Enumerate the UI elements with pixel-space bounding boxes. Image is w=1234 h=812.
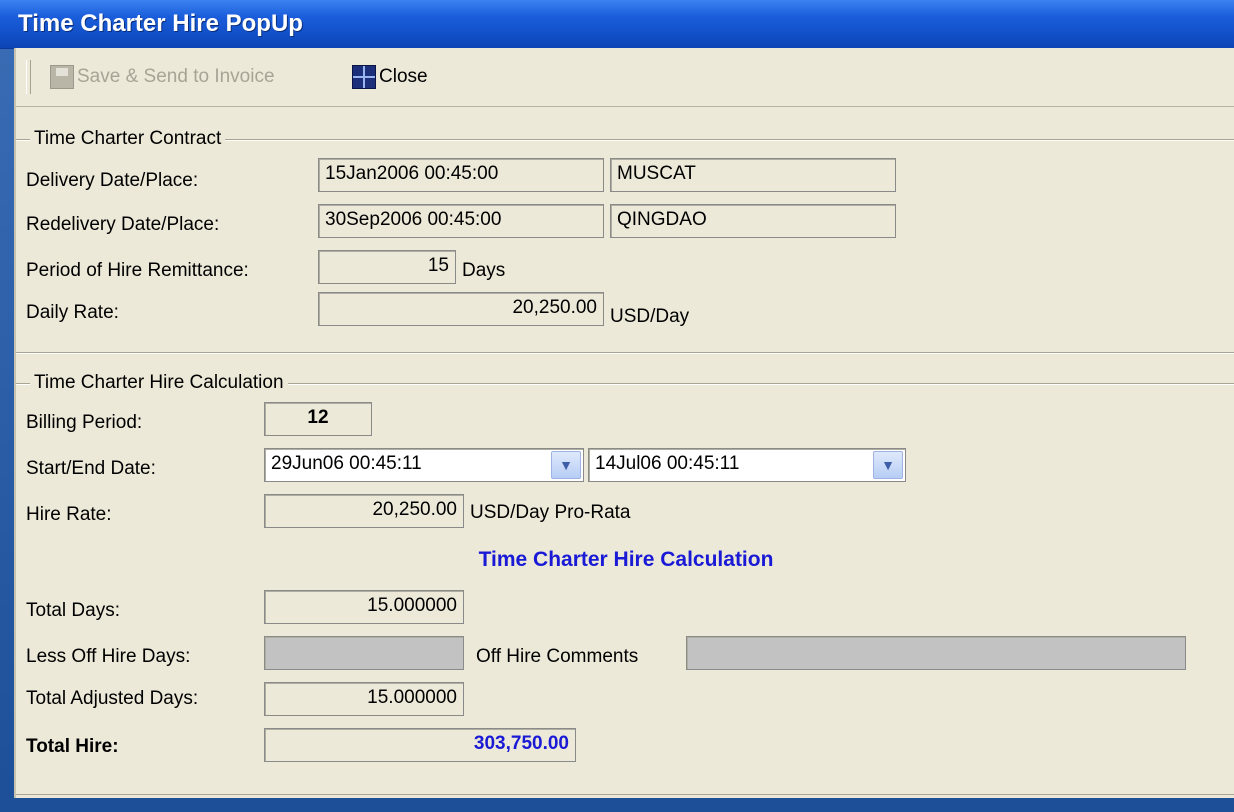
save-send-invoice-button[interactable]: Save & Send to Invoice <box>50 62 275 92</box>
total-days-field[interactable]: 15.000000 <box>264 590 464 624</box>
daily-rate-unit: USD/Day <box>610 306 690 327</box>
redelivery-place-field[interactable]: QINGDAO <box>610 204 896 238</box>
calculation-group-title: Time Charter Hire Calculation <box>30 372 288 394</box>
off-hire-days-label: Less Off Hire Days: <box>26 646 191 667</box>
off-hire-days-field[interactable] <box>264 636 464 670</box>
hire-rate-field[interactable]: 20,250.00 <box>264 494 464 528</box>
hire-rate-unit: USD/Day Pro-Rata <box>470 502 631 523</box>
contract-group-title: Time Charter Contract <box>30 128 226 150</box>
billing-period-label: Billing Period: <box>26 412 143 433</box>
calculation-heading: Time Charter Hire Calculation <box>478 548 774 571</box>
start-date-value: 29Jun06 00:45:11 <box>271 453 422 474</box>
disk-icon <box>50 65 74 89</box>
total-hire-label: Total Hire: <box>26 736 119 757</box>
toolbar-grip[interactable] <box>26 60 31 94</box>
delivery-place-field[interactable]: MUSCAT <box>610 158 896 192</box>
remittance-field[interactable]: 15 <box>318 250 456 284</box>
bottom-divider <box>16 794 1234 795</box>
calculation-group-top-divider <box>16 352 1234 354</box>
chevron-down-icon[interactable]: ▼ <box>873 451 903 479</box>
daily-rate-field[interactable]: 20,250.00 <box>318 292 604 326</box>
adjusted-days-label: Total Adjusted Days: <box>26 688 199 709</box>
start-date-combo[interactable]: 29Jun06 00:45:11 ▼ <box>264 448 584 482</box>
billing-period-field[interactable]: 12 <box>264 402 372 436</box>
end-date-combo[interactable]: 14Jul06 00:45:11 ▼ <box>588 448 906 482</box>
total-hire-field[interactable]: 303,750.00 <box>264 728 576 762</box>
redelivery-date-field[interactable]: 30Sep2006 00:45:00 <box>318 204 604 238</box>
toolbar: Save & Send to Invoice Close <box>16 48 1234 107</box>
redelivery-label: Redelivery Date/Place: <box>26 214 220 235</box>
popup-window: Save & Send to Invoice Close Time Charte… <box>14 48 1234 798</box>
off-hire-comments-field[interactable] <box>686 636 1186 670</box>
delivery-label: Delivery Date/Place: <box>26 170 199 191</box>
close-button[interactable]: Close <box>352 62 428 92</box>
grid-icon <box>352 65 376 89</box>
hire-rate-label: Hire Rate: <box>26 504 112 525</box>
delivery-date-field[interactable]: 15Jan2006 00:45:00 <box>318 158 604 192</box>
start-end-label: Start/End Date: <box>26 458 156 479</box>
end-date-value: 14Jul06 00:45:11 <box>595 453 740 474</box>
total-days-label: Total Days: <box>26 600 120 621</box>
daily-rate-label: Daily Rate: <box>26 302 119 323</box>
chevron-down-icon[interactable]: ▼ <box>551 451 581 479</box>
window-title: Time Charter Hire PopUp <box>18 10 303 37</box>
title-bar: Time Charter Hire PopUp <box>0 0 1234 49</box>
close-label: Close <box>379 66 428 87</box>
remittance-unit: Days <box>462 260 506 281</box>
remittance-label: Period of Hire Remittance: <box>26 260 249 281</box>
off-hire-comments-label: Off Hire Comments <box>476 646 639 667</box>
adjusted-days-field[interactable]: 15.000000 <box>264 682 464 716</box>
save-send-invoice-label: Save & Send to Invoice <box>77 66 275 87</box>
